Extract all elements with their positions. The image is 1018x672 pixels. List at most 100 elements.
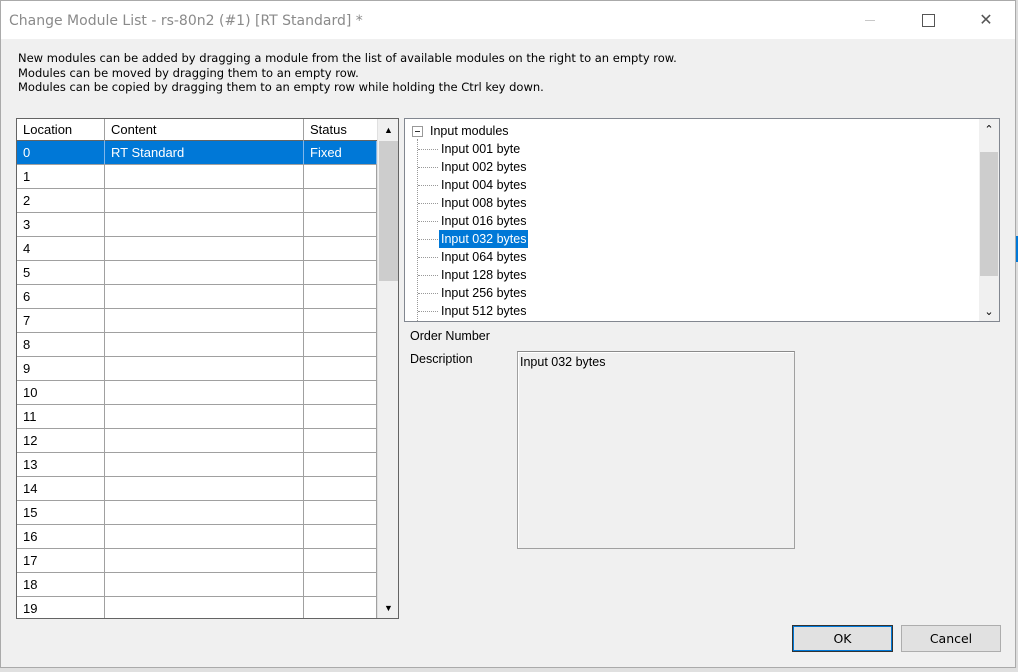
table-row[interactable]: 19: [17, 597, 377, 618]
cell-status[interactable]: [304, 213, 377, 236]
scroll-thumb[interactable]: [379, 141, 398, 281]
cell-content[interactable]: [105, 501, 304, 524]
column-header-status[interactable]: Status: [304, 119, 377, 141]
cell-status[interactable]: [304, 381, 377, 404]
title-bar[interactable]: Change Module List - rs-80n2 (#1) [RT St…: [1, 1, 1015, 39]
cell-content[interactable]: RT Standard: [105, 141, 304, 164]
cell-status[interactable]: [304, 573, 377, 596]
cell-status[interactable]: [304, 357, 377, 380]
collapse-icon[interactable]: [412, 126, 423, 137]
cell-status[interactable]: [304, 453, 377, 476]
cell-content[interactable]: [105, 333, 304, 356]
table-row[interactable]: 17: [17, 549, 377, 573]
table-row[interactable]: 15: [17, 501, 377, 525]
table-scrollbar[interactable]: ▲ ▼: [377, 119, 398, 618]
cell-content[interactable]: [105, 405, 304, 428]
cell-location[interactable]: 6: [17, 285, 105, 308]
cell-location[interactable]: 11: [17, 405, 105, 428]
cell-location[interactable]: 12: [17, 429, 105, 452]
cell-location[interactable]: 3: [17, 213, 105, 236]
cell-status[interactable]: [304, 525, 377, 548]
chevron-down-icon[interactable]: ⌄: [979, 301, 999, 321]
cell-content[interactable]: [105, 597, 304, 618]
cell-status[interactable]: [304, 189, 377, 212]
cell-content[interactable]: [105, 357, 304, 380]
module-location-table[interactable]: Location Content Status 0 RT Standard Fixe…: [16, 118, 399, 619]
cell-location[interactable]: 8: [17, 333, 105, 356]
table-row[interactable]: 13: [17, 453, 377, 477]
cell-location[interactable]: 15: [17, 501, 105, 524]
table-row[interactable]: 4: [17, 237, 377, 261]
tree-scrollbar[interactable]: ⌃ ⌄: [979, 119, 999, 321]
table-row[interactable]: 3: [17, 213, 377, 237]
cell-location[interactable]: 16: [17, 525, 105, 548]
cell-status[interactable]: [304, 597, 377, 618]
cell-content[interactable]: [105, 453, 304, 476]
cell-location[interactable]: 14: [17, 477, 105, 500]
table-row[interactable]: 12: [17, 429, 377, 453]
table-row[interactable]: 16: [17, 525, 377, 549]
cell-status[interactable]: [304, 405, 377, 428]
cell-content[interactable]: [105, 189, 304, 212]
cell-status[interactable]: [304, 429, 377, 452]
table-row[interactable]: 7: [17, 309, 377, 333]
cell-content[interactable]: [105, 309, 304, 332]
cell-location[interactable]: 9: [17, 357, 105, 380]
cell-status[interactable]: [304, 309, 377, 332]
column-header-location[interactable]: Location: [17, 119, 105, 141]
cell-content[interactable]: [105, 477, 304, 500]
table-row[interactable]: 5: [17, 261, 377, 285]
table-row[interactable]: 2: [17, 189, 377, 213]
table-row[interactable]: 1: [17, 165, 377, 189]
cell-status[interactable]: [304, 549, 377, 572]
cell-location[interactable]: 13: [17, 453, 105, 476]
available-modules-tree[interactable]: Input modules Input 001 byte Input 002 by…: [404, 118, 1000, 322]
ok-button[interactable]: OK: [792, 625, 893, 652]
description-field[interactable]: Input 032 bytes: [517, 351, 795, 549]
cell-status[interactable]: [304, 477, 377, 500]
cell-location[interactable]: 17: [17, 549, 105, 572]
cell-content[interactable]: [105, 165, 304, 188]
scroll-up-arrow-icon[interactable]: ▲: [378, 119, 398, 140]
column-header-content[interactable]: Content: [105, 119, 304, 141]
cell-location[interactable]: 0: [17, 141, 105, 164]
minimize-button[interactable]: [841, 1, 899, 39]
table-row[interactable]: 10: [17, 381, 377, 405]
cell-status[interactable]: [304, 237, 377, 260]
cell-status[interactable]: Fixed: [304, 141, 377, 164]
chevron-up-icon[interactable]: ⌃: [979, 119, 999, 139]
maximize-button[interactable]: [899, 1, 957, 39]
cell-location[interactable]: 18: [17, 573, 105, 596]
table-row[interactable]: 6: [17, 285, 377, 309]
cell-location[interactable]: 10: [17, 381, 105, 404]
cell-status[interactable]: [304, 285, 377, 308]
table-row[interactable]: 11: [17, 405, 377, 429]
cell-content[interactable]: [105, 261, 304, 284]
cell-location[interactable]: 5: [17, 261, 105, 284]
cell-location[interactable]: 1: [17, 165, 105, 188]
scroll-down-arrow-icon[interactable]: ▼: [378, 597, 398, 618]
table-row[interactable]: 9: [17, 357, 377, 381]
cell-location[interactable]: 19: [17, 597, 105, 618]
cell-content[interactable]: [105, 429, 304, 452]
cell-content[interactable]: [105, 237, 304, 260]
table-row[interactable]: 0 RT Standard Fixed: [17, 141, 377, 165]
table-row[interactable]: 18: [17, 573, 377, 597]
cell-content[interactable]: [105, 525, 304, 548]
cell-content[interactable]: [105, 213, 304, 236]
cell-content[interactable]: [105, 285, 304, 308]
cell-location[interactable]: 2: [17, 189, 105, 212]
cell-status[interactable]: [304, 501, 377, 524]
cell-status[interactable]: [304, 261, 377, 284]
cell-location[interactable]: 7: [17, 309, 105, 332]
scroll-thumb[interactable]: [980, 152, 998, 276]
cell-content[interactable]: [105, 381, 304, 404]
cell-location[interactable]: 4: [17, 237, 105, 260]
cell-content[interactable]: [105, 573, 304, 596]
close-button[interactable]: ✕: [957, 1, 1015, 39]
cell-status[interactable]: [304, 165, 377, 188]
table-row[interactable]: 14: [17, 477, 377, 501]
cell-content[interactable]: [105, 549, 304, 572]
cancel-button[interactable]: Cancel: [901, 625, 1001, 652]
table-row[interactable]: 8: [17, 333, 377, 357]
